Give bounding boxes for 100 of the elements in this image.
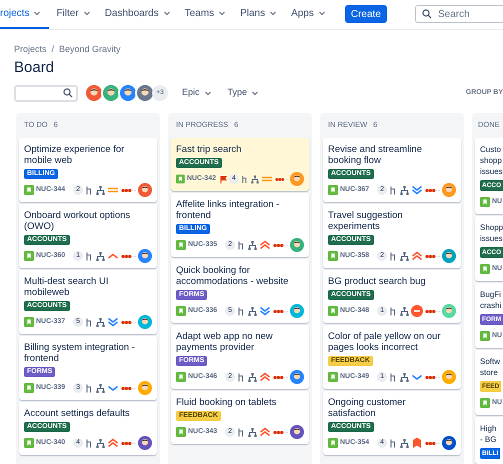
subtask-icon bbox=[389, 186, 398, 194]
story-icon bbox=[24, 383, 34, 393]
chevron-down-icon bbox=[218, 9, 226, 18]
subtask-icon bbox=[237, 240, 246, 250]
progress-dots-icon bbox=[121, 440, 136, 446]
highest-priority-icon bbox=[259, 426, 271, 438]
issue-title: store bbox=[480, 367, 499, 378]
issue-title: Custo bbox=[480, 144, 502, 155]
issue-title: Softw bbox=[480, 356, 502, 367]
blocker-icon bbox=[411, 305, 423, 317]
filter-dropdown[interactable]: Epic bbox=[182, 86, 212, 100]
hierarchy-icon bbox=[400, 372, 409, 382]
progress-dots-icon bbox=[121, 188, 136, 192]
subtask-icon bbox=[237, 428, 246, 436]
board-search-field[interactable] bbox=[14, 84, 78, 102]
progress-dots-icon bbox=[425, 188, 440, 192]
hierarchy-icon bbox=[250, 174, 259, 184]
issue-title: High bbox=[480, 423, 498, 434]
issue-title: issues bbox=[480, 166, 503, 177]
critical-priority-icon bbox=[411, 437, 423, 449]
chevron-down-icon bbox=[269, 9, 278, 18]
lowest-priority-icon bbox=[259, 305, 271, 317]
issue-title: Revise and streamline booking flow bbox=[328, 144, 423, 166]
chevron-down-icon bbox=[33, 9, 42, 18]
breadcrumb-link[interactable]: Projects bbox=[14, 42, 47, 56]
nav-menu-tab[interactable]: Apps bbox=[284, 0, 333, 28]
hierarchy-icon bbox=[96, 384, 105, 392]
issue-title: Onboard workout options (OWO) bbox=[24, 210, 132, 232]
story-icon bbox=[24, 438, 34, 448]
progress-dots-icon bbox=[425, 308, 440, 314]
story-icon bbox=[24, 251, 34, 261]
highest-priority-icon bbox=[259, 371, 271, 383]
subtask-icon bbox=[85, 186, 94, 194]
issue-title: Multi-dest search UI mobileweb bbox=[24, 276, 110, 298]
hierarchy-icon bbox=[400, 438, 409, 448]
issue-title: BG product search bug bbox=[328, 276, 427, 287]
hierarchy-icon bbox=[96, 186, 105, 194]
issue-title: Account settings defaults bbox=[24, 408, 131, 419]
hierarchy-icon bbox=[400, 252, 409, 260]
hierarchy-icon bbox=[96, 252, 105, 260]
hierarchy-icon bbox=[96, 318, 105, 326]
issue-title: Fluid booking on tablets bbox=[176, 397, 278, 408]
issue-title: Fast trip search bbox=[176, 144, 242, 155]
hierarchy-icon bbox=[96, 438, 105, 448]
story-icon bbox=[480, 264, 490, 274]
progress-dots-icon bbox=[273, 430, 288, 434]
progress-dots-icon bbox=[274, 176, 288, 182]
subtask-icon bbox=[240, 174, 249, 184]
issue-title: Adapt web app no new payments provider bbox=[176, 331, 274, 353]
chevron-down-icon bbox=[82, 9, 91, 18]
progress-dots-icon bbox=[273, 242, 288, 248]
story-icon bbox=[328, 372, 338, 382]
breadcrumb-link[interactable]: Beyond Gravity bbox=[59, 42, 121, 56]
issue-title: crashi bbox=[480, 300, 502, 311]
filter-dropdown[interactable]: Type bbox=[228, 86, 260, 100]
story-icon bbox=[176, 306, 186, 316]
story-icon bbox=[480, 197, 490, 207]
issue-title: Quick booking for accommodations - website bbox=[176, 265, 290, 287]
issue-title: Color of pale yellow on our pages looks incorrect bbox=[328, 331, 442, 353]
nav-menu-tab[interactable]: rojects bbox=[0, 0, 50, 28]
issue-title: shopp bbox=[480, 155, 503, 166]
breadcrumb-separator: / bbox=[52, 42, 54, 56]
lowest-priority-icon bbox=[411, 184, 423, 196]
story-icon bbox=[328, 251, 338, 261]
story-icon bbox=[176, 427, 186, 437]
chevron-down-icon bbox=[162, 9, 171, 18]
progress-dots-icon bbox=[273, 308, 288, 314]
hierarchy-icon bbox=[248, 428, 257, 436]
create-button[interactable]: Create bbox=[344, 5, 387, 24]
chevron-down-icon bbox=[251, 89, 260, 97]
story-icon bbox=[176, 372, 186, 382]
search-icon bbox=[63, 88, 73, 98]
issue-title: Billing system integration - frontend bbox=[24, 342, 136, 364]
nav-menu-tab[interactable]: Plans bbox=[233, 0, 284, 28]
progress-dots-icon bbox=[121, 386, 136, 390]
subtask-icon bbox=[85, 438, 94, 448]
story-icon bbox=[24, 317, 34, 327]
nav-menu-tab[interactable]: Filter bbox=[49, 0, 98, 28]
issue-title: - BG bbox=[480, 434, 498, 445]
story-icon bbox=[24, 185, 34, 195]
hierarchy-icon bbox=[248, 372, 257, 382]
progress-dots-icon bbox=[425, 254, 440, 258]
issue-title: Optimize experience for mobile web bbox=[24, 144, 126, 166]
story-icon bbox=[328, 438, 338, 448]
page-title: Board bbox=[14, 58, 56, 78]
subtask-icon bbox=[389, 438, 398, 448]
chevron-down-icon bbox=[204, 89, 212, 97]
progress-dots-icon bbox=[121, 320, 136, 324]
progress-dots-icon bbox=[425, 440, 440, 446]
issue-title: issues bbox=[480, 233, 503, 244]
search-field[interactable]: Search bbox=[415, 5, 503, 24]
progress-dots-icon bbox=[273, 374, 288, 380]
nav-menu-tab[interactable]: Dashboards bbox=[98, 0, 178, 28]
hierarchy-icon bbox=[400, 186, 409, 194]
issue-title: Shopp bbox=[480, 222, 503, 233]
lowest-priority-icon bbox=[107, 316, 119, 328]
issue-title: Affelite links integration - frontend bbox=[176, 199, 280, 221]
nav-menu-tab[interactable]: Teams bbox=[178, 0, 234, 28]
hierarchy-icon bbox=[400, 306, 409, 316]
subtask-icon bbox=[85, 318, 94, 326]
